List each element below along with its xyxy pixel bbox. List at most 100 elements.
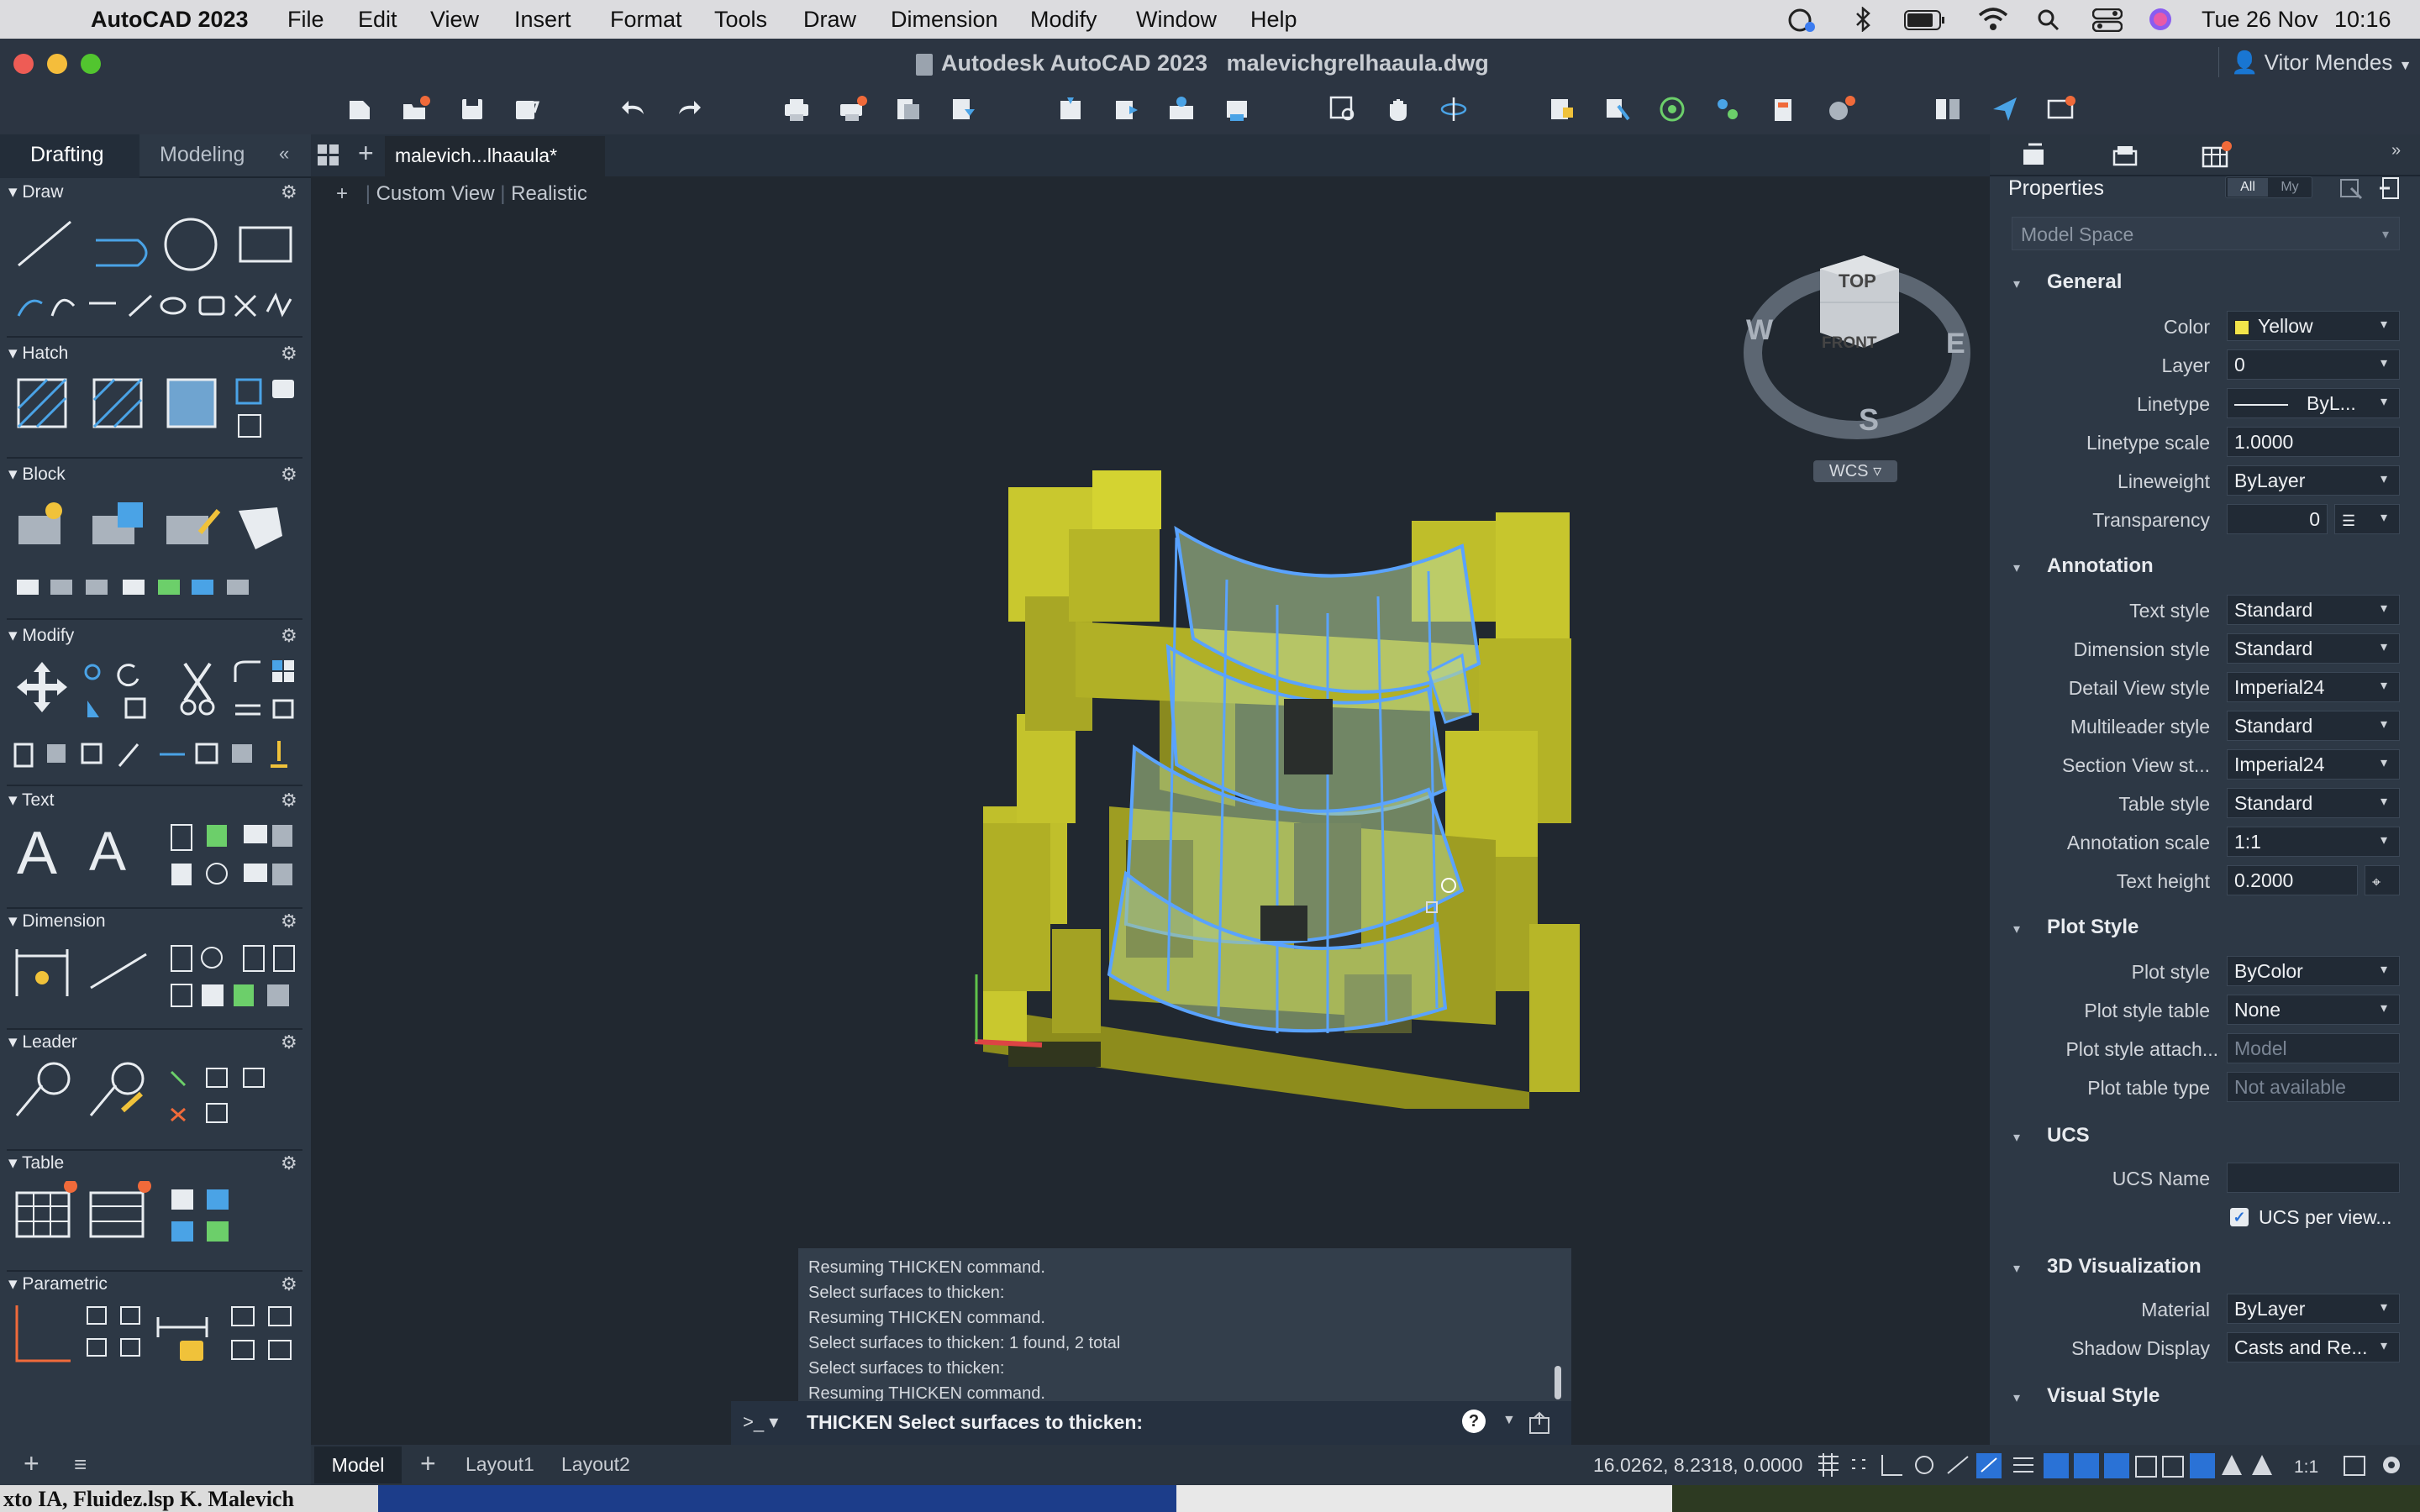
find-replace-icon[interactable] bbox=[244, 825, 267, 843]
parametric-settings-gear-icon[interactable]: ⚙ bbox=[281, 1273, 297, 1295]
filter-my-button[interactable]: My bbox=[2270, 178, 2310, 197]
collapse-visual-style-icon[interactable]: ▾ bbox=[2013, 1389, 2020, 1406]
chamfer-icon[interactable] bbox=[195, 743, 218, 764]
plot-icon[interactable] bbox=[781, 94, 812, 124]
collaborate-icon[interactable] bbox=[1712, 94, 1743, 124]
delete-constraint-icon[interactable] bbox=[268, 1340, 292, 1360]
array-icon[interactable] bbox=[272, 660, 282, 670]
spotlight-search-icon[interactable] bbox=[2037, 8, 2060, 32]
isodraft-icon[interactable] bbox=[1947, 1456, 1969, 1474]
combine-text-icon[interactable] bbox=[206, 863, 228, 885]
orbit-icon[interactable] bbox=[1439, 94, 1469, 124]
collect-leaders-icon[interactable] bbox=[206, 1103, 228, 1123]
ortho-icon[interactable] bbox=[1881, 1455, 1902, 1476]
block-editor-icon[interactable] bbox=[123, 580, 145, 595]
export-icon[interactable] bbox=[1111, 94, 1141, 124]
selection-cycling-toggle[interactable] bbox=[2074, 1453, 2099, 1478]
draw-settings-gear-icon[interactable]: ⚙ bbox=[281, 181, 297, 203]
3d-osnap-toggle[interactable] bbox=[2104, 1453, 2129, 1478]
menu-modify[interactable]: Modify bbox=[1030, 7, 1097, 33]
linear-constraint-icon[interactable] bbox=[156, 1317, 208, 1337]
compare-icon[interactable] bbox=[1933, 94, 1963, 124]
tab-model[interactable]: Model bbox=[314, 1446, 402, 1483]
leader-tools[interactable] bbox=[12, 1060, 297, 1127]
table-settings-gear-icon[interactable]: ⚙ bbox=[281, 1152, 297, 1174]
section-view-style-dropdown[interactable]: Imperial24 ▾ bbox=[2227, 749, 2400, 780]
batch-plot-icon[interactable] bbox=[837, 94, 867, 124]
add-palette-plus-icon[interactable]: + bbox=[24, 1448, 39, 1479]
detail-view-style-dropdown[interactable]: Imperial24 ▾ bbox=[2227, 672, 2400, 702]
cloud-save-icon[interactable] bbox=[1222, 94, 1252, 124]
scale-icon[interactable] bbox=[81, 743, 103, 764]
plot-style-table-dropdown[interactable]: None ▾ bbox=[2227, 995, 2400, 1025]
hatch-settings-gear-icon[interactable]: ⚙ bbox=[281, 343, 297, 365]
annotation-scale-button[interactable]: 1:1 bbox=[2294, 1457, 2318, 1477]
sheet-set-icon[interactable] bbox=[1768, 94, 1798, 124]
command-scrollbar[interactable] bbox=[1555, 1366, 1561, 1399]
group-ucs[interactable]: UCS bbox=[2047, 1124, 2090, 1147]
edit-attribute-icon[interactable] bbox=[227, 580, 249, 595]
tab-layout1[interactable]: Layout1 bbox=[466, 1453, 534, 1476]
section-leader[interactable]: ▾ Leader bbox=[8, 1032, 77, 1053]
select-objects-icon[interactable] bbox=[2378, 176, 2403, 200]
sync-attributes-icon[interactable] bbox=[158, 580, 180, 595]
annotation-visibility-icon[interactable] bbox=[2222, 1455, 2242, 1475]
gizmo-toggle[interactable] bbox=[2190, 1453, 2215, 1478]
explode-icon[interactable] bbox=[272, 699, 294, 719]
object-type-dropdown[interactable]: Model Space ▾ bbox=[2012, 217, 2400, 250]
dynamic-constraint-icon[interactable] bbox=[231, 1340, 255, 1360]
zoom-window-button[interactable] bbox=[81, 54, 101, 74]
customize-icon[interactable] bbox=[1528, 1411, 1553, 1435]
offset-icon[interactable] bbox=[235, 704, 260, 716]
block-settings-gear-icon[interactable]: ⚙ bbox=[281, 464, 297, 486]
menu-file[interactable]: File bbox=[287, 7, 324, 33]
edit-leader-icon[interactable] bbox=[89, 1084, 118, 1116]
redo-icon[interactable] bbox=[674, 94, 704, 124]
section-table[interactable]: ▾ Table bbox=[8, 1152, 64, 1173]
bluetooth-icon[interactable] bbox=[1854, 7, 1872, 32]
upload-source-icon[interactable] bbox=[207, 1221, 229, 1242]
erase-icon[interactable] bbox=[271, 741, 287, 768]
material-dropdown[interactable]: ByLayer ▾ bbox=[2227, 1294, 2400, 1324]
creative-cloud-icon[interactable] bbox=[1785, 7, 1818, 34]
trim-icon[interactable] bbox=[183, 662, 212, 702]
attdef-icon[interactable] bbox=[17, 580, 39, 595]
import-pdf-text-icon[interactable] bbox=[272, 825, 292, 847]
transparency-options-dropdown[interactable]: ☰ ▾ bbox=[2334, 504, 2400, 534]
dimension-tools[interactable] bbox=[12, 937, 297, 1013]
copy-icon[interactable] bbox=[84, 664, 101, 680]
workspace-switch-icon[interactable] bbox=[2344, 1456, 2365, 1476]
leader-settings-gear-icon[interactable]: ⚙ bbox=[281, 1032, 297, 1053]
dimension-style-dropdown[interactable]: Standard ▾ bbox=[2227, 633, 2400, 664]
menu-dimension[interactable]: Dimension bbox=[891, 7, 998, 33]
draw-tools[interactable] bbox=[12, 215, 297, 324]
boundary-icon[interactable] bbox=[166, 378, 217, 428]
command-line[interactable]: >_ ▾ THICKEN Select surfaces to thicken:… bbox=[731, 1401, 1571, 1445]
dynamic-ucs-icon[interactable] bbox=[2135, 1456, 2157, 1478]
link-data-icon[interactable] bbox=[171, 1189, 193, 1210]
aligned-dimension-icon[interactable] bbox=[90, 953, 147, 990]
save-as-icon[interactable] bbox=[511, 94, 541, 124]
parametric-tools[interactable] bbox=[12, 1302, 297, 1369]
data-extraction-icon[interactable] bbox=[89, 1191, 145, 1238]
manage-attributes-icon[interactable] bbox=[192, 580, 213, 595]
modify-tools[interactable] bbox=[12, 657, 297, 774]
menu-help[interactable]: Help bbox=[1250, 7, 1297, 33]
single-line-text-icon[interactable]: A bbox=[89, 820, 126, 882]
app-menu[interactable]: AutoCAD 2023 bbox=[91, 7, 249, 33]
spline-icon[interactable] bbox=[50, 298, 76, 317]
show-constraints-icon[interactable] bbox=[231, 1306, 255, 1326]
tag-icon[interactable] bbox=[272, 380, 294, 398]
help-icon[interactable]: ? bbox=[1462, 1410, 1486, 1433]
new-layout-plus-icon[interactable]: + bbox=[420, 1448, 436, 1479]
layer-dropdown[interactable]: 0 ▾ bbox=[2227, 349, 2400, 380]
group-general[interactable]: General bbox=[2047, 270, 2122, 294]
insert-block-icon[interactable] bbox=[18, 516, 60, 544]
layers-tab-icon[interactable] bbox=[2111, 143, 2139, 168]
wipeout-icon[interactable] bbox=[238, 414, 261, 438]
rectangle-icon[interactable] bbox=[239, 226, 292, 263]
menu-edit[interactable]: Edit bbox=[358, 7, 397, 33]
share-drawing-icon[interactable] bbox=[1166, 94, 1197, 124]
cursor-coordinates[interactable]: 16.0262, 8.2318, 0.0000 bbox=[1593, 1454, 1802, 1477]
save-icon[interactable] bbox=[457, 94, 487, 124]
